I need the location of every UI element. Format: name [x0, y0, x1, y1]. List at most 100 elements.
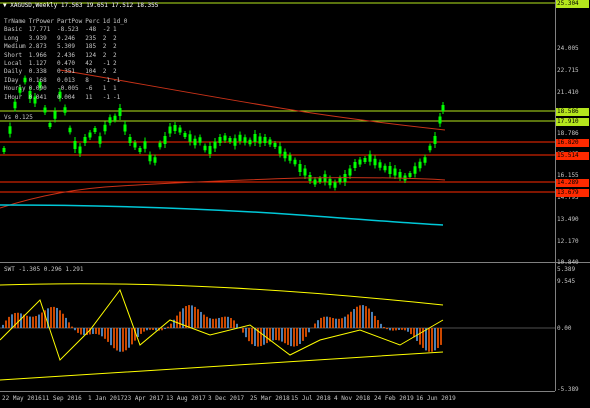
oscillator-histogram-bar: [194, 307, 196, 328]
candle-body: [64, 107, 67, 113]
stats-cell: -1: [113, 77, 130, 85]
trend-power-table: TrNameTrPowerPartPowPerc1d1d_0Basic17.77…: [4, 18, 130, 102]
oscillator-histogram-bar: [5, 320, 7, 328]
candle-body: [54, 111, 57, 119]
candle-body: [359, 160, 362, 165]
oscillator-histogram-bar: [242, 328, 244, 333]
candle-body: [419, 162, 422, 169]
candle-body: [224, 136, 227, 141]
oscillator-histogram-bar: [431, 328, 433, 352]
price-level-tag: 14.289: [556, 179, 589, 187]
stats-cell: -6: [85, 85, 102, 93]
stats-cell: Basic: [4, 26, 29, 34]
stats-cell: 0.004: [57, 94, 85, 102]
stats-header-row: TrNameTrPowerPartPowPerc1d1d_0: [4, 18, 130, 26]
oscillator-histogram-bar: [230, 318, 232, 328]
oscillator-histogram-bar: [152, 328, 154, 330]
candle-body: [174, 125, 177, 131]
oscillator-axis-label: 5.389: [557, 266, 575, 273]
candle-body: [149, 155, 152, 162]
stats-cell: 0.013: [57, 77, 85, 85]
oscillator-histogram-bar: [299, 328, 301, 344]
oscillator-histogram-bar: [2, 325, 4, 328]
candle-body: [394, 169, 397, 176]
stats-cell: 1: [103, 85, 113, 93]
time-axis-label: 1 Jan 2017: [88, 395, 124, 402]
oscillator-histogram-bar: [368, 309, 370, 328]
candle-body: [339, 178, 342, 183]
oscillator-histogram-bar: [62, 314, 64, 328]
price-level-tag: 17.910: [556, 118, 589, 126]
stats-row: Long3.9399.24623522: [4, 35, 130, 43]
candle-body: [439, 117, 442, 124]
candle-body: [334, 182, 337, 188]
candle-body: [194, 139, 197, 146]
stats-cell: 2: [113, 43, 130, 51]
candle-body: [244, 137, 247, 143]
candle-body: [284, 152, 287, 159]
candle-body: [184, 133, 187, 137]
price-level-tag: 13.679: [556, 189, 589, 197]
stats-column-header: TrPower: [29, 18, 57, 26]
oscillator-histogram-bar: [275, 328, 277, 340]
oscillator-histogram-bar: [362, 305, 364, 328]
oscillator-histogram-bar: [53, 307, 55, 328]
oscillator-histogram-bar: [302, 328, 304, 341]
oscillator-histogram-bar: [38, 315, 40, 328]
oscillator-histogram-bar: [161, 328, 163, 330]
candle-body: [169, 127, 172, 134]
oscillator-histogram-bar: [212, 319, 214, 328]
candle-body: [44, 108, 47, 113]
oscillator-histogram-bar: [68, 322, 70, 328]
oscillator-histogram-bar: [392, 328, 394, 331]
stats-cell: Hourly: [4, 85, 29, 93]
oscillator-histogram-bar: [329, 317, 331, 328]
stats-column-header: Perc: [85, 18, 102, 26]
oscillator-histogram-bar: [155, 328, 157, 330]
stats-row: IHour0.0410.00411-1-1: [4, 94, 130, 102]
oscillator-histogram-bar: [125, 328, 127, 350]
candle-body: [299, 164, 302, 172]
oscillator-histogram-bar: [110, 328, 112, 345]
oscillator-histogram-bar: [146, 328, 148, 330]
stats-cell: IDay: [4, 77, 29, 85]
oscillator-histogram-bar: [170, 324, 172, 328]
price-axis-label: 22.715: [557, 67, 579, 74]
vs-label: Vs 0.125: [4, 114, 33, 121]
oscillator-histogram-bar: [332, 318, 334, 328]
collapse-triangle-icon[interactable]: ▼: [3, 2, 7, 9]
oscillator-histogram-bar: [221, 317, 223, 328]
stats-column-header: 1d: [103, 18, 113, 26]
oscillator-histogram-bar: [8, 317, 10, 328]
candle-body: [94, 128, 97, 132]
oscillator-histogram-bar: [179, 312, 181, 328]
oscillator-histogram-bar: [236, 324, 238, 328]
oscillator-histogram-bar: [407, 328, 409, 332]
stats-cell: -1: [103, 60, 113, 68]
oscillator-histogram-bar: [227, 317, 229, 328]
oscillator-histogram-bar: [137, 328, 139, 337]
oscillator-histogram-bar: [56, 308, 58, 328]
oscillator-histogram-bar: [380, 324, 382, 328]
stats-column-header: 1d_0: [113, 18, 130, 26]
candle-body: [164, 136, 167, 144]
oscillator-histogram-bar: [284, 328, 286, 343]
oscillator-histogram-bar: [383, 327, 385, 328]
oscillator-histogram-bar: [176, 316, 178, 328]
candle-body: [442, 105, 445, 111]
candle-body: [109, 117, 112, 123]
symbol-label: XAGUSD,Weekly: [10, 2, 57, 9]
time-axis-label: 15 Jul 2018: [291, 395, 331, 402]
oscillator-histogram-bar: [20, 313, 22, 328]
stats-cell: -8.523: [57, 26, 85, 34]
moving-average-cyan: [0, 205, 443, 225]
candle-body: [79, 147, 82, 154]
candle-body: [409, 173, 412, 177]
stats-cell: 0.041: [29, 94, 57, 102]
oscillator-histogram-bar: [50, 307, 52, 328]
oscillator-histogram-bar: [398, 328, 400, 330]
candle-body: [199, 137, 202, 143]
stats-cell: Medium: [4, 43, 29, 51]
stats-cell: Short: [4, 52, 29, 60]
oscillator-histogram-bar: [95, 328, 97, 334]
